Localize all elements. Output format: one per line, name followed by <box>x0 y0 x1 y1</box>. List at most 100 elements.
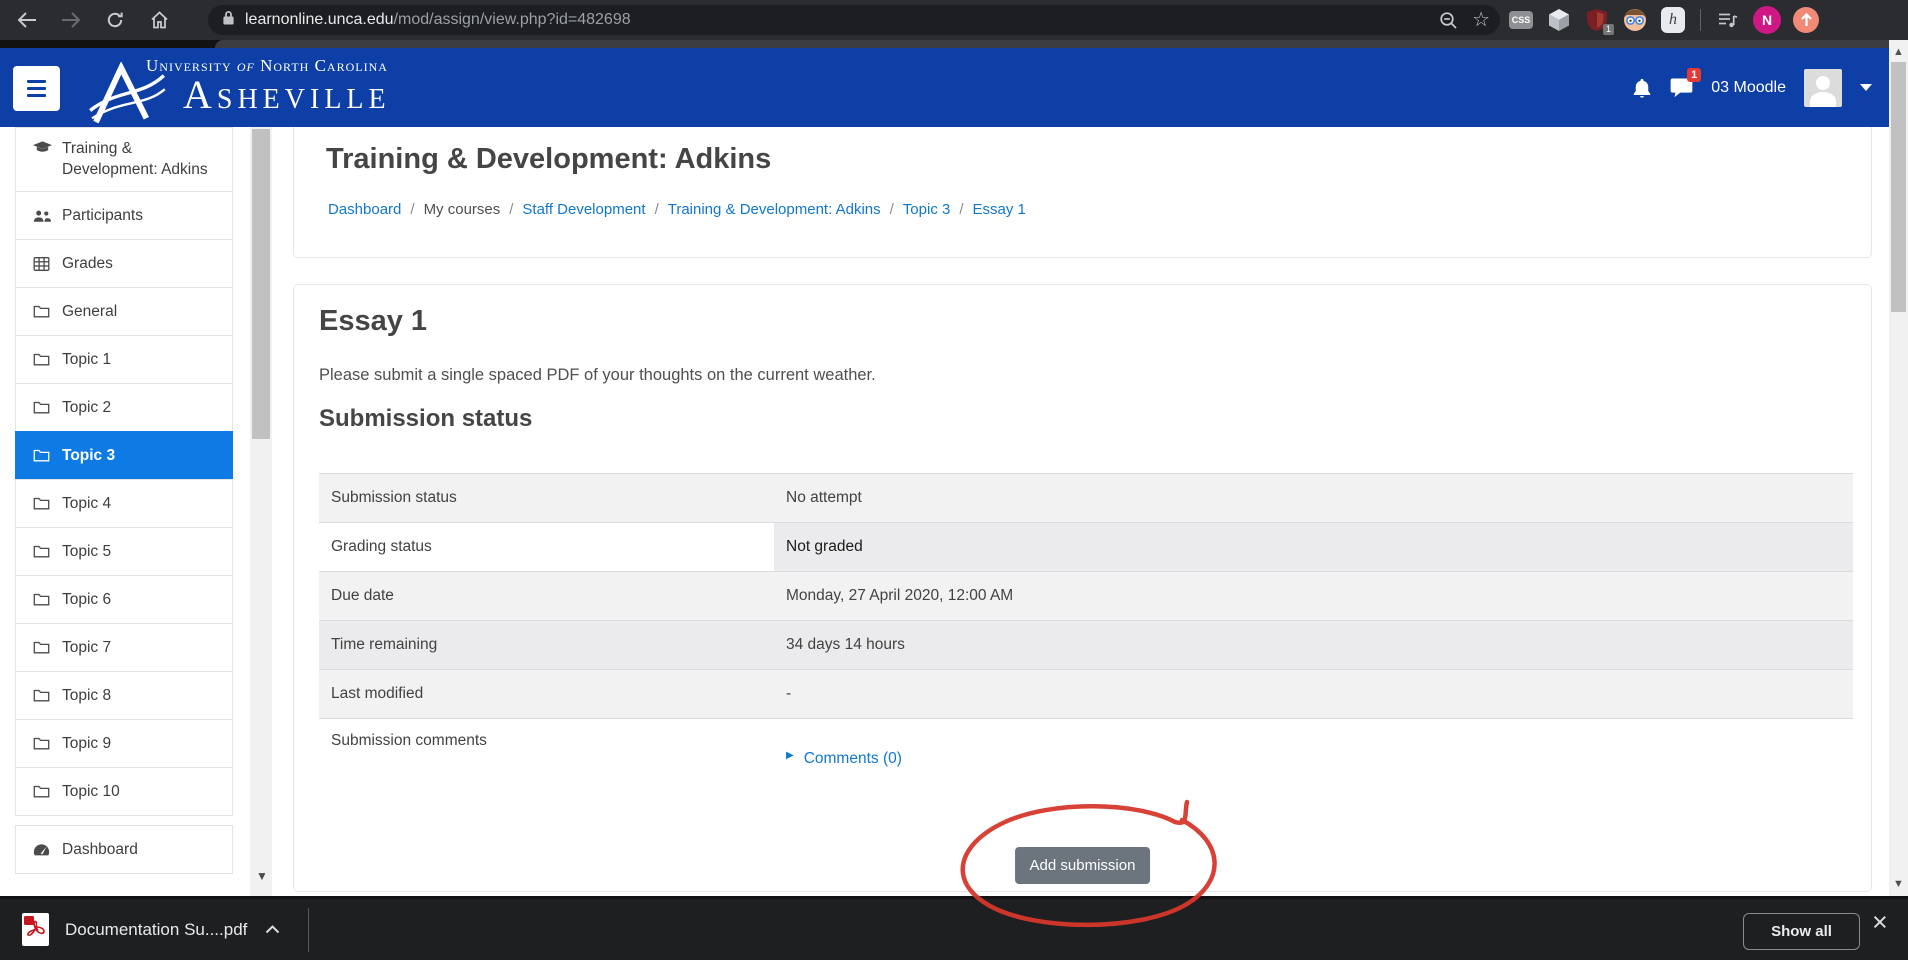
back-icon[interactable] <box>10 3 44 37</box>
reload-icon[interactable] <box>98 3 132 37</box>
status-row-submission-comments: Submission comments ▶ Comments (0) <box>319 718 1853 794</box>
grades-table-icon <box>33 257 53 271</box>
status-label: Due date <box>331 587 394 605</box>
zoom-out-icon[interactable] <box>1439 11 1458 30</box>
bookmark-star-icon[interactable]: ☆ <box>1472 10 1490 30</box>
breadcrumb-link[interactable]: Dashboard <box>328 201 401 218</box>
user-menu-caret-icon[interactable] <box>1860 84 1872 91</box>
sidebar-item-topic-8[interactable]: Topic 8 <box>15 671 233 720</box>
sidebar-scrollbar-thumb[interactable] <box>252 129 270 439</box>
sidebar-item-topic-6[interactable]: Topic 6 <box>15 575 233 624</box>
sidebar-scrollbar[interactable] <box>250 127 272 896</box>
status-value: Monday, 27 April 2020, 12:00 AM <box>786 587 1013 605</box>
status-row-due-date: Due date ▶Monday, 27 April 2020, 12:00 A… <box>319 571 1853 620</box>
unca-logo-mark <box>88 62 166 131</box>
assignment-card: Essay 1 Please submit a single spaced PD… <box>293 284 1872 892</box>
folder-icon <box>33 545 53 558</box>
download-options-caret-icon[interactable] <box>265 925 280 934</box>
forward-icon[interactable] <box>54 3 88 37</box>
browser-update-icon[interactable] <box>1793 7 1819 33</box>
sidebar-item-list: Training & Development: Adkins Participa… <box>15 127 233 874</box>
page-scrollbar-thumb[interactable] <box>1891 62 1906 312</box>
folder-icon <box>33 737 53 750</box>
page-scrollbar[interactable]: ▲ ▼ <box>1889 40 1908 896</box>
site-header: University of North Carolina Asheville 1… <box>0 48 1908 127</box>
url-text: learnonline.unca.edu/mod/assign/view.php… <box>245 11 631 29</box>
breadcrumb-separator: / <box>509 201 513 218</box>
breadcrumb-item-staff-development: Staff Development / <box>522 201 667 218</box>
breadcrumb-item-topic-3: Topic 3 / <box>903 201 973 218</box>
unca-logo[interactable]: University of North Carolina Asheville <box>88 56 391 114</box>
folder-icon <box>33 497 53 510</box>
breadcrumb-link[interactable]: Essay 1 <box>973 201 1026 218</box>
toolbar-divider <box>1700 9 1701 31</box>
sidebar-item-general[interactable]: General <box>15 287 233 336</box>
extension-badge: 1 <box>1603 24 1614 35</box>
breadcrumb-separator: / <box>890 201 894 218</box>
user-name-label: 03 Moodle <box>1711 79 1786 97</box>
sidebar-item-topic-9[interactable]: Topic 9 <box>15 719 233 768</box>
breadcrumb-item-essay-1: Essay 1 / <box>973 201 1026 218</box>
breadcrumb-link[interactable]: Staff Development <box>522 201 645 218</box>
scroll-down-icon[interactable]: ▼ <box>1889 878 1908 890</box>
sidebar-item-dashboard[interactable]: Dashboard <box>15 825 233 874</box>
h-extension-icon[interactable]: h <box>1660 7 1686 33</box>
dashboard-gauge-icon <box>33 843 53 856</box>
status-label: Submission comments <box>331 732 487 750</box>
main-content: Training & Development: Adkins Dashboard… <box>280 127 1889 896</box>
folder-icon <box>33 305 53 318</box>
sidebar-item-participants[interactable]: Participants <box>15 191 233 240</box>
status-value: - <box>786 685 791 703</box>
shield-extension-icon[interactable]: 1 <box>1584 7 1610 33</box>
sidebar-item-topic-2[interactable]: Topic 2 <box>15 383 233 432</box>
download-filename: Documentation Su....pdf <box>65 920 247 940</box>
breadcrumb: Dashboard / My courses / Staff Developme… <box>328 201 1026 218</box>
sidebar-scroll-down-icon[interactable]: ▼ <box>256 869 268 883</box>
breadcrumb-link: My courses <box>424 201 501 218</box>
breadcrumb-link[interactable]: Training & Development: Adkins <box>668 201 881 218</box>
page-header-card: Training & Development: Adkins Dashboard… <box>293 118 1872 258</box>
close-downloads-bar-icon[interactable]: × <box>1872 907 1888 938</box>
logo-line2: Asheville <box>183 76 391 114</box>
course-title: Training & Development: Adkins <box>326 143 771 176</box>
home-icon[interactable] <box>142 3 176 37</box>
status-label: Grading status <box>331 538 432 556</box>
address-bar[interactable]: learnonline.unca.edu/mod/assign/view.php… <box>208 5 1500 35</box>
downloads-bar: Documentation Su....pdf Show all × <box>0 896 1908 960</box>
breadcrumb-separator: / <box>410 201 414 218</box>
comments-expand-icon: ▶ <box>786 750 794 761</box>
sidebar-item-grades[interactable]: Grades <box>15 239 233 288</box>
sidebar-item-topic-3[interactable]: Topic 3 <box>15 431 233 480</box>
scroll-up-icon[interactable]: ▲ <box>1889 46 1908 58</box>
messages-badge: 1 <box>1687 68 1701 82</box>
submission-status-heading: Submission status <box>319 405 532 433</box>
sidebar-item-topic-10[interactable]: Topic 10 <box>15 767 233 816</box>
sidebar-item-topic-1[interactable]: Topic 1 <box>15 335 233 384</box>
sidebar-item-topic-7[interactable]: Topic 7 <box>15 623 233 672</box>
folder-icon <box>33 689 53 702</box>
downloaded-file-chip[interactable]: Documentation Su....pdf <box>22 913 280 946</box>
status-value[interactable]: Comments (0) <box>804 750 902 768</box>
status-row-time-remaining: Time remaining ▶34 days 14 hours <box>319 620 1853 669</box>
cube-extension-icon[interactable] <box>1546 7 1572 33</box>
css-extension-icon[interactable]: CSS <box>1508 7 1534 33</box>
sidebar-item-topic-5[interactable]: Topic 5 <box>15 527 233 576</box>
sidebar-item-topic-4[interactable]: Topic 4 <box>15 479 233 528</box>
browser-profile-avatar[interactable]: N <box>1753 6 1781 34</box>
breadcrumb-link[interactable]: Topic 3 <box>903 201 951 218</box>
status-label: Submission status <box>331 489 457 507</box>
downloads-divider <box>308 908 309 952</box>
submission-status-table: Submission status ▶No attempt Grading st… <box>319 473 1853 794</box>
sidebar-item-training-development-adkins[interactable]: Training & Development: Adkins <box>15 127 233 192</box>
add-submission-button[interactable]: Add submission <box>1015 847 1151 884</box>
face-extension-icon[interactable] <box>1622 7 1648 33</box>
status-value: 34 days 14 hours <box>786 636 905 654</box>
show-all-downloads-button[interactable]: Show all <box>1743 913 1860 950</box>
media-controls-icon[interactable] <box>1715 7 1741 33</box>
status-label: Last modified <box>331 685 423 703</box>
messages-icon[interactable]: 1 <box>1670 77 1693 98</box>
notifications-bell-icon[interactable] <box>1632 77 1652 99</box>
menu-toggle-button[interactable] <box>13 66 60 111</box>
user-avatar[interactable] <box>1804 69 1842 107</box>
status-label: Time remaining <box>331 636 437 654</box>
